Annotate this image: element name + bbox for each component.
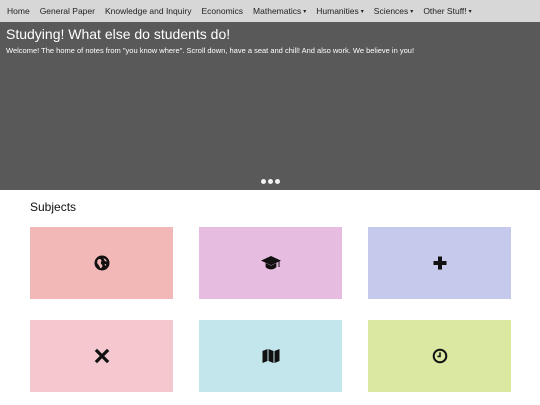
caret-down-icon: ▾ xyxy=(468,8,472,15)
subjects-section: Subjects xyxy=(0,190,540,392)
globe-icon xyxy=(94,255,110,271)
carousel-indicators xyxy=(0,179,540,184)
subject-tile-globe[interactable] xyxy=(30,227,173,299)
section-heading: Subjects xyxy=(30,200,77,214)
nav-item-label: Knowledge and Inquiry xyxy=(104,6,192,16)
subject-tile-times[interactable] xyxy=(30,320,173,392)
nav-item-label: Sciences xyxy=(373,6,409,16)
caret-down-icon: ▾ xyxy=(360,8,364,15)
times-icon xyxy=(94,348,110,364)
nav-item-label: Mathematics xyxy=(253,6,302,16)
nav-item-other-stuff[interactable]: Other Stuff! ▾ xyxy=(418,6,476,16)
nav-item-label: Home xyxy=(7,6,30,16)
nav-item-label: Humanities xyxy=(316,6,359,16)
nav-item-label: General Paper xyxy=(39,6,95,16)
clock-icon xyxy=(432,348,448,364)
nav-item-label: Economics xyxy=(201,6,244,16)
nav-item-general-paper[interactable]: General Paper xyxy=(35,6,100,16)
plus-icon xyxy=(432,255,448,271)
carousel-dot[interactable] xyxy=(267,179,273,184)
subject-tile-clock[interactable] xyxy=(368,320,511,392)
subjects-grid xyxy=(30,227,540,392)
subject-tile-plus[interactable] xyxy=(368,227,511,299)
nav-item-sciences[interactable]: Sciences ▾ xyxy=(369,6,419,16)
caret-down-icon: ▾ xyxy=(303,8,307,15)
nav-item-humanities[interactable]: Humanities ▾ xyxy=(311,6,369,16)
nav-item-home[interactable]: Home xyxy=(2,6,35,16)
hero-title: Studying! What else do students do! xyxy=(6,26,231,42)
nav-item-mathematics[interactable]: Mathematics ▾ xyxy=(248,6,311,16)
nav-item-economics[interactable]: Economics xyxy=(196,6,248,16)
map-icon xyxy=(262,348,280,364)
hero-carousel: Studying! What else do students do! Welc… xyxy=(0,22,540,190)
hero-subtitle: Welcome! The home of notes from "you kno… xyxy=(6,46,415,55)
subject-tile-graduation[interactable] xyxy=(199,227,342,299)
subject-tile-map[interactable] xyxy=(199,320,342,392)
top-navbar: Home General Paper Knowledge and Inquiry… xyxy=(0,0,540,22)
nav-item-label: Other Stuff! xyxy=(423,6,467,16)
carousel-dot[interactable] xyxy=(260,179,266,184)
graduation-cap-icon xyxy=(260,255,281,271)
carousel-dot[interactable] xyxy=(274,179,280,184)
caret-down-icon: ▾ xyxy=(410,8,414,15)
nav-item-knowledge-and-inquiry[interactable]: Knowledge and Inquiry xyxy=(100,6,196,16)
